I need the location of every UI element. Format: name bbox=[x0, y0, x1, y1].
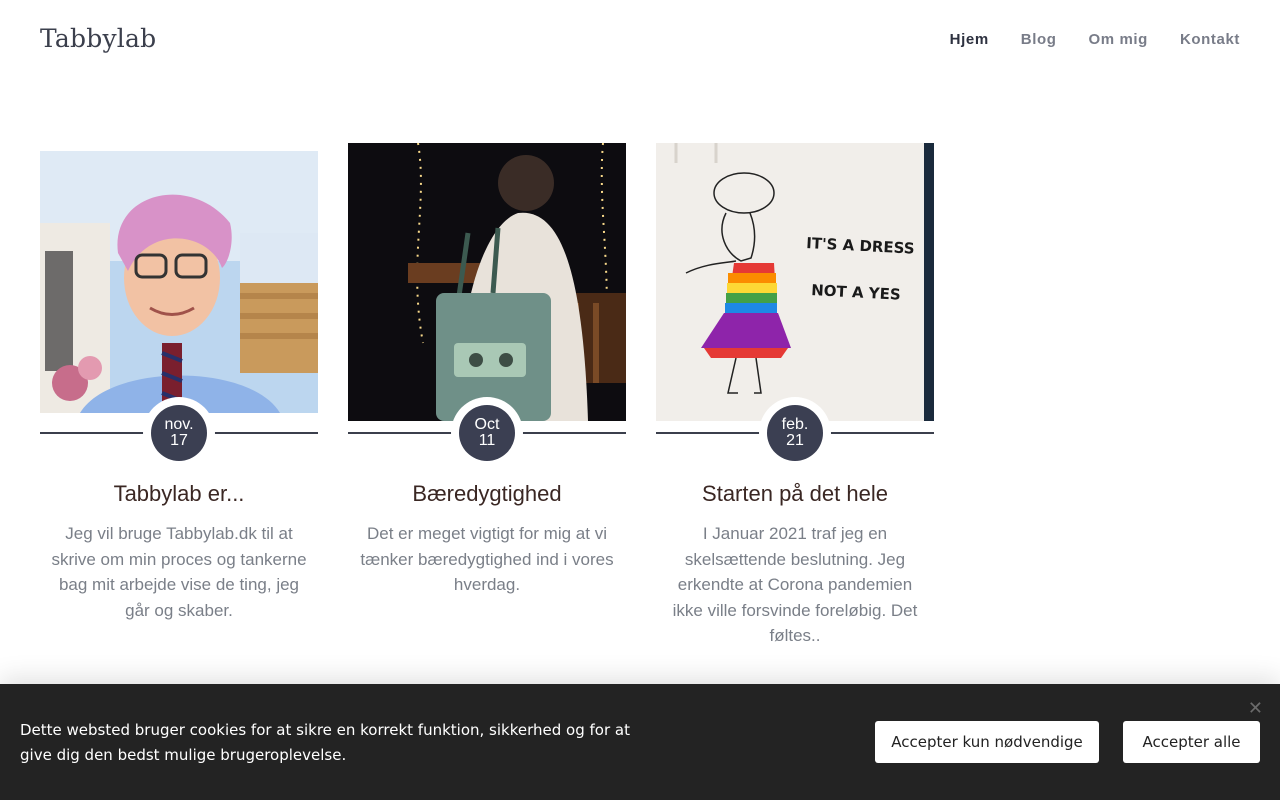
post-date-badge: nov. 17 bbox=[40, 397, 318, 469]
post-title[interactable]: Starten på det hele bbox=[656, 481, 934, 507]
date-day: 17 bbox=[170, 432, 188, 449]
date-circle: feb. 21 bbox=[767, 405, 823, 461]
date-day: 11 bbox=[478, 432, 496, 449]
dress-bag-photo: IT'S A DRESS NOT A YES bbox=[656, 143, 934, 421]
tote-bag-photo bbox=[348, 143, 626, 421]
post-date-badge: feb. 21 bbox=[656, 397, 934, 469]
post-excerpt: Jeg vil bruge Tabbylab.dk til at skrive … bbox=[51, 524, 307, 620]
date-month: nov. bbox=[164, 416, 194, 433]
date-circle: nov. 17 bbox=[151, 405, 207, 461]
post-title[interactable]: Tabbylab er... bbox=[40, 481, 318, 507]
post-excerpt: Det er meget vigtigt for mig at vi tænke… bbox=[360, 524, 614, 594]
date-day: 21 bbox=[786, 432, 804, 449]
accept-necessary-button[interactable]: Accepter kun nødvendige bbox=[875, 721, 1099, 763]
post-card: Oct 11 Bæredygtighed Det er meget vigtig… bbox=[348, 143, 626, 649]
post-thumbnail[interactable] bbox=[348, 143, 626, 421]
site-header: Tabbylab Hjem Blog Om mig Kontakt bbox=[0, 0, 1280, 82]
cookie-message: Dette websted bruger cookies for at sikr… bbox=[20, 721, 630, 764]
cookie-banner: Dette websted bruger cookies for at sikr… bbox=[0, 684, 1280, 800]
post-date-badge: Oct 11 bbox=[348, 397, 626, 469]
date-circle: Oct 11 bbox=[459, 405, 515, 461]
nav-item-hjem[interactable]: Hjem bbox=[950, 31, 989, 48]
nav-item-om-mig[interactable]: Om mig bbox=[1089, 31, 1148, 48]
post-thumbnail[interactable] bbox=[40, 143, 318, 421]
date-month: Oct bbox=[474, 416, 500, 433]
nav-item-kontakt[interactable]: Kontakt bbox=[1180, 31, 1240, 48]
post-title[interactable]: Bæredygtighed bbox=[348, 481, 626, 507]
accept-all-button[interactable]: Accepter alle bbox=[1123, 721, 1260, 763]
site-title[interactable]: Tabbylab bbox=[40, 24, 156, 53]
nav-item-blog[interactable]: Blog bbox=[1021, 31, 1057, 48]
portrait-photo bbox=[40, 143, 318, 421]
date-month: feb. bbox=[781, 416, 809, 433]
post-list: nov. 17 Tabbylab er... Jeg vil bruge Tab… bbox=[40, 143, 934, 649]
post-card: IT'S A DRESS NOT A YES feb. 21 Starten p… bbox=[656, 143, 934, 649]
close-icon[interactable]: ✕ bbox=[1248, 698, 1263, 719]
main-nav: Hjem Blog Om mig Kontakt bbox=[950, 31, 1240, 48]
post-card: nov. 17 Tabbylab er... Jeg vil bruge Tab… bbox=[40, 143, 318, 649]
post-excerpt: I Januar 2021 traf jeg en skelsættende b… bbox=[672, 524, 918, 645]
post-thumbnail[interactable]: IT'S A DRESS NOT A YES bbox=[656, 143, 934, 421]
